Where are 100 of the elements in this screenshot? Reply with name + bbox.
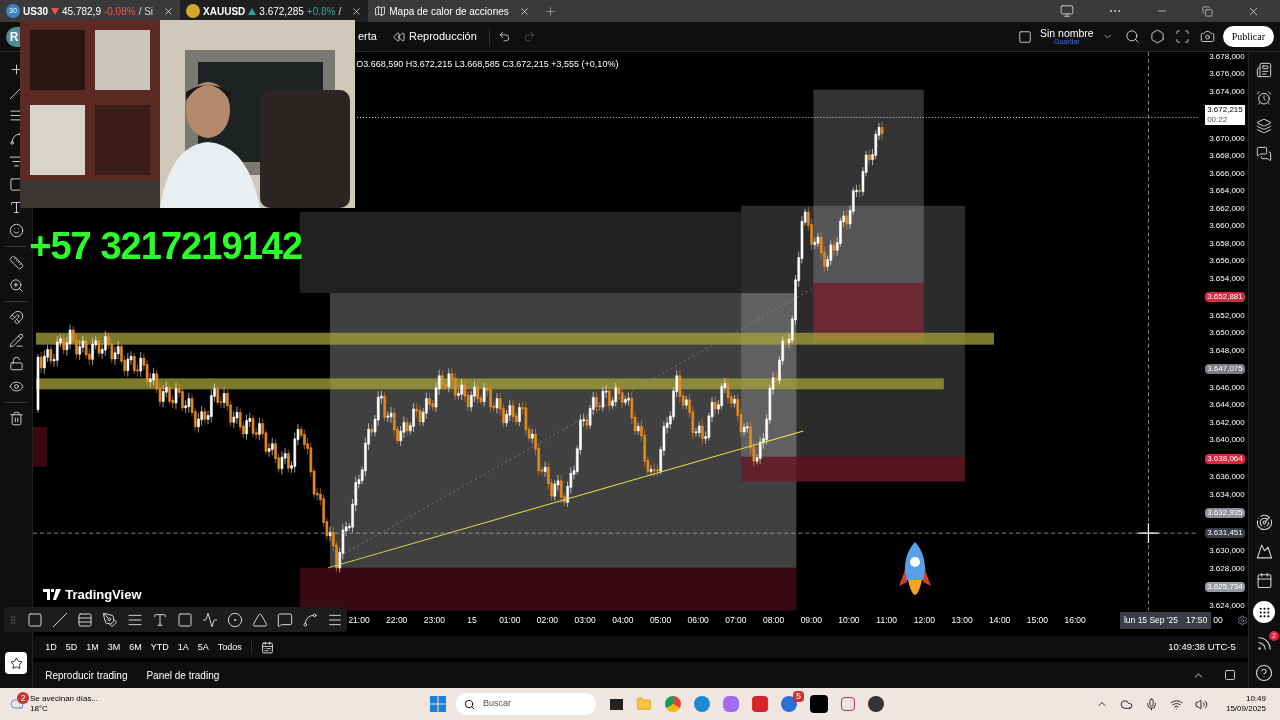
range-button[interactable]: 6M (129, 640, 142, 655)
help-icon[interactable] (1255, 664, 1274, 682)
layout-name[interactable]: Sin nombre (1039, 27, 1094, 39)
search-icon[interactable] (1124, 29, 1140, 44)
cloud-icon[interactable] (1119, 697, 1133, 711)
time-label: 06:00 (686, 614, 710, 627)
chat-icon[interactable] (1256, 146, 1273, 162)
tab-price: 45.782,9 (62, 4, 101, 19)
wifi-icon[interactable] (1169, 697, 1183, 711)
range-button[interactable]: 5A (197, 640, 209, 655)
range-button[interactable]: YTD (150, 640, 169, 655)
taskbar-date[interactable]: 15/09/2025 (1225, 704, 1266, 714)
unlock-icon[interactable] (8, 356, 24, 371)
tab-symbol: US30 (23, 4, 48, 19)
undo-icon[interactable] (497, 30, 511, 43)
date-range-icon[interactable] (260, 640, 274, 654)
rectangle-tool-icon[interactable] (27, 611, 43, 628)
camera-icon[interactable] (1199, 29, 1215, 44)
price-badge: 3.652,881 (1205, 292, 1245, 303)
browser-tab[interactable]: XAUUSD 3.672,285 +0.8% / (180, 0, 369, 22)
time-label: 04:00 (611, 614, 635, 627)
range-zone[interactable] (813, 89, 924, 284)
restore-icon[interactable] (1202, 5, 1213, 17)
brush-tool-icon[interactable] (102, 611, 118, 628)
text-tool-icon[interactable] (152, 611, 168, 628)
microphone-icon[interactable] (1144, 697, 1158, 711)
snipping-tool-icon[interactable] (841, 697, 856, 711)
emoji-icon[interactable] (8, 223, 24, 238)
triangle-tool-icon[interactable] (252, 611, 268, 628)
apps-button[interactable] (1253, 601, 1276, 623)
time-label: 16:00 (1063, 614, 1087, 627)
channel-tool-icon[interactable] (77, 611, 93, 628)
range-button[interactable]: 1A (177, 640, 189, 655)
layers-icon[interactable] (1256, 118, 1273, 134)
watchlist-icon[interactable] (1256, 62, 1273, 78)
taskbar-time[interactable]: 10:49 (1245, 694, 1266, 704)
tab-rest: / (338, 4, 342, 19)
price-label: 3.664,000 (1209, 187, 1245, 196)
range-button[interactable]: Todos (217, 640, 242, 655)
time-label: 03:00 (573, 614, 597, 627)
price-badge: 3.625,734 (1205, 582, 1245, 593)
layout-icon[interactable] (1017, 29, 1032, 44)
weather-text[interactable]: Se avecinan días... (30, 694, 99, 704)
browser-icon[interactable] (665, 696, 682, 712)
alert-button[interactable]: erta (358, 28, 377, 45)
clock[interactable]: 10:49:38 UTC-5 (1168, 640, 1236, 655)
curve-tool-icon[interactable] (302, 611, 318, 628)
range-button[interactable]: 1D (45, 640, 57, 655)
time-label: 21:00 (347, 614, 371, 627)
weather-icon[interactable] (10, 697, 24, 711)
magnet-icon[interactable] (8, 310, 24, 325)
path-tool-icon[interactable] (202, 611, 218, 628)
new-tab-icon[interactable] (543, 4, 557, 18)
task-view-icon[interactable] (610, 698, 624, 710)
price-label: 3.636,000 (1209, 473, 1245, 482)
time-label: 01:00 (498, 614, 522, 627)
price-label: 3.630,000 (1209, 547, 1245, 556)
trash-icon[interactable] (8, 411, 24, 426)
coin-icon (186, 4, 201, 18)
lock-drawing-icon[interactable] (8, 333, 24, 348)
close-tab-icon[interactable] (518, 5, 530, 17)
monitor-icon[interactable] (1060, 4, 1074, 18)
panel-tab[interactable]: Panel de trading (146, 667, 220, 683)
favorites-button[interactable] (5, 652, 28, 674)
comment-tool-icon[interactable] (277, 611, 293, 628)
time-label: 09:00 (799, 614, 823, 627)
mountain-icon[interactable] (1255, 543, 1273, 560)
publish-button[interactable]: Publicar (1222, 26, 1274, 47)
range-button[interactable]: 3M (107, 640, 121, 655)
support-band[interactable] (36, 332, 995, 345)
alarm-clock-icon[interactable] (1256, 90, 1273, 106)
ruler-icon[interactable] (8, 255, 24, 270)
crosshair-cursor-icon (1138, 522, 1160, 544)
range-zone[interactable] (741, 205, 966, 457)
settings-icon[interactable] (1236, 614, 1248, 626)
range-button[interactable]: 5D (65, 640, 78, 655)
close-tab-icon[interactable] (163, 5, 175, 17)
volume-icon[interactable] (1194, 697, 1208, 711)
signal-feed-icon[interactable] (1255, 635, 1273, 652)
maximize-icon[interactable] (1223, 669, 1236, 682)
eye-icon[interactable] (8, 379, 24, 394)
close-tab-icon[interactable] (351, 5, 363, 17)
settings-icon[interactable] (1149, 29, 1165, 44)
trend-line[interactable] (327, 430, 805, 569)
frame-tool-icon[interactable] (177, 611, 193, 628)
circle-tool-icon[interactable] (227, 611, 243, 628)
price-label: 3.624,000 (1209, 601, 1245, 610)
fullscreen-icon[interactable] (1174, 29, 1190, 44)
replay-button[interactable]: Reproducción (388, 28, 481, 45)
start-icon[interactable] (430, 696, 447, 712)
price-label: 3.628,000 (1209, 564, 1245, 573)
panel-tab[interactable]: Reproducir trading (45, 667, 128, 683)
zoom-in-icon[interactable] (8, 278, 24, 293)
line-tool-icon[interactable] (52, 611, 68, 628)
calendar-icon[interactable] (1255, 572, 1273, 589)
search-field[interactable]: Buscar (456, 693, 597, 715)
star-icon (9, 656, 23, 670)
logo-icon (43, 589, 62, 600)
range-button[interactable]: 1M (86, 640, 99, 655)
radar-icon[interactable] (1255, 514, 1273, 531)
